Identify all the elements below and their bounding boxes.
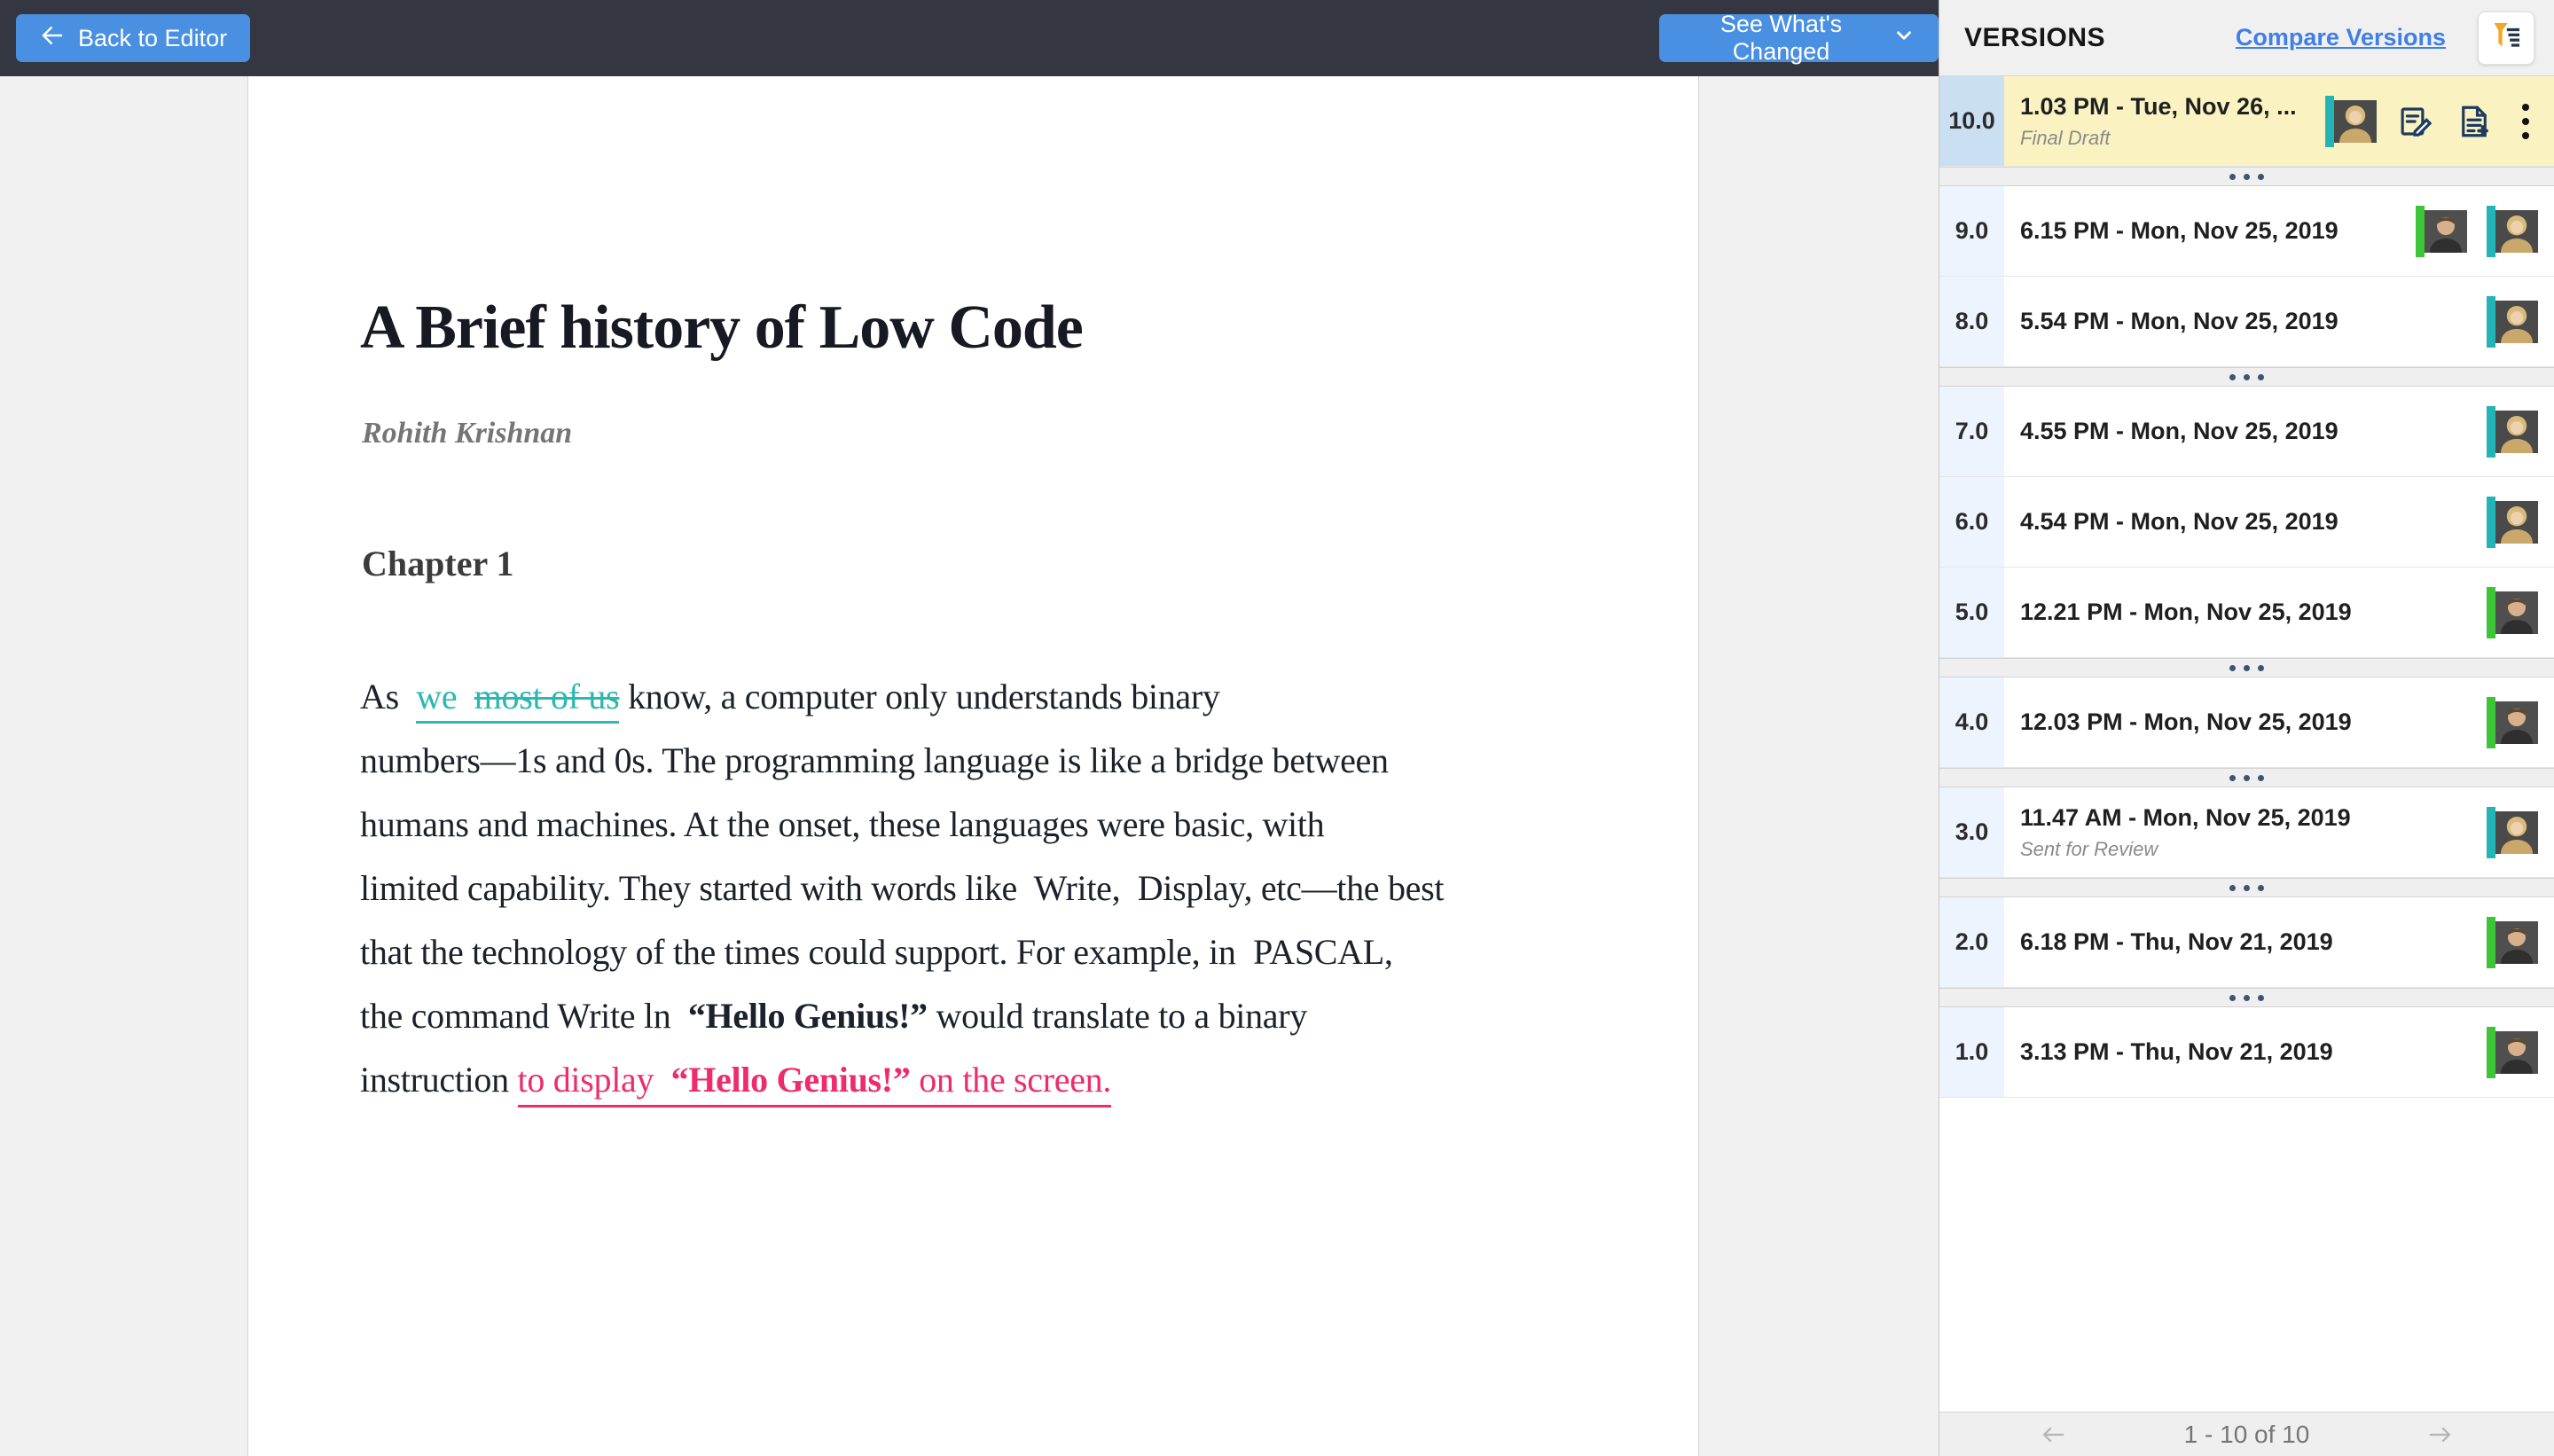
versions-panel: VERSIONS Compare Versions 10.0 1.03 PM -… bbox=[1939, 0, 2554, 1456]
show-collapsed-versions[interactable] bbox=[1939, 768, 2554, 787]
version-timestamp: 12.21 PM - Mon, Nov 25, 2019 bbox=[2020, 599, 2352, 625]
tracked-change-inserted-text: to display “Hello Genius!” on the screen… bbox=[517, 1060, 1111, 1108]
version-row-9[interactable]: 9.0 6.15 PM - Mon, Nov 25, 2019 bbox=[1939, 186, 2554, 277]
paragraph-line: numbers—1s and 0s. The programming langu… bbox=[360, 740, 1389, 780]
version-timestamp: 5.54 PM - Mon, Nov 25, 2019 bbox=[2020, 308, 2339, 334]
save-as-new-version-icon[interactable] bbox=[2455, 102, 2494, 141]
versions-pagination: 1 - 10 of 10 bbox=[1939, 1412, 2554, 1456]
version-number: 8.0 bbox=[1939, 277, 2004, 366]
version-row-6[interactable]: 6.0 4.54 PM - Mon, Nov 25, 2019 bbox=[1939, 477, 2554, 568]
filter-funnel-icon bbox=[2488, 19, 2524, 59]
document-paragraph: As we most of us know, a computer only u… bbox=[360, 665, 1444, 1112]
collaborator-avatar bbox=[2325, 96, 2377, 147]
collaborator-avatar bbox=[2487, 917, 2538, 968]
version-timestamp: 6.18 PM - Thu, Nov 21, 2019 bbox=[2020, 928, 2333, 955]
paragraph-line: that the technology of the times could s… bbox=[360, 932, 1393, 972]
version-timestamp: 3.13 PM - Thu, Nov 21, 2019 bbox=[2020, 1038, 2333, 1065]
next-page-arrow-icon[interactable] bbox=[2425, 1420, 2456, 1450]
version-timestamp: 4.54 PM - Mon, Nov 25, 2019 bbox=[2020, 508, 2339, 535]
collaborator-avatar bbox=[2487, 296, 2538, 348]
version-number: 4.0 bbox=[1939, 677, 2004, 767]
version-timestamp: 4.55 PM - Mon, Nov 25, 2019 bbox=[2020, 418, 2339, 444]
version-number: 6.0 bbox=[1939, 477, 2004, 567]
back-to-editor-label: Back to Editor bbox=[78, 24, 228, 51]
top-toolbar: Back to Editor See What's Changed bbox=[0, 0, 1939, 76]
edit-version-note-icon[interactable] bbox=[2396, 102, 2435, 141]
back-to-editor-button[interactable]: Back to Editor bbox=[16, 14, 251, 62]
collaborator-avatar bbox=[2487, 406, 2538, 458]
collaborator-avatar bbox=[2487, 697, 2538, 748]
more-options-icon[interactable] bbox=[2513, 100, 2538, 143]
left-arrow-icon bbox=[39, 22, 66, 55]
collaborator-avatar bbox=[2487, 587, 2538, 638]
version-number: 2.0 bbox=[1939, 897, 2004, 987]
page-range-label: 1 - 10 of 10 bbox=[2183, 1420, 2310, 1448]
version-timestamp: 11.47 AM - Mon, Nov 25, 2019 bbox=[2020, 803, 2351, 831]
see-whats-changed-button[interactable]: See What's Changed bbox=[1659, 11, 1939, 65]
version-number: 9.0 bbox=[1939, 186, 2004, 276]
version-row-1[interactable]: 1.0 3.13 PM - Thu, Nov 21, 2019 bbox=[1939, 1007, 2554, 1098]
collaborator-avatar bbox=[2487, 807, 2538, 858]
paragraph-line: humans and machines. At the onset, these… bbox=[360, 804, 1325, 844]
version-row-5[interactable]: 5.0 12.21 PM - Mon, Nov 25, 2019 bbox=[1939, 568, 2554, 658]
collaborator-avatar bbox=[2416, 206, 2467, 257]
version-number: 5.0 bbox=[1939, 568, 2004, 657]
version-note: Final Draft bbox=[2020, 126, 2111, 149]
version-row-10[interactable]: 10.0 1.03 PM - Tue, Nov 26, ... Final Dr… bbox=[1939, 76, 2554, 167]
tracked-change-insert-delete: we most of us bbox=[416, 677, 620, 724]
version-number: 1.0 bbox=[1939, 1007, 2004, 1097]
version-row-3[interactable]: 3.0 11.47 AM - Mon, Nov 25, 2019 Sent fo… bbox=[1939, 787, 2554, 878]
paragraph-line: As we most of us know, a computer only u… bbox=[360, 665, 1444, 729]
version-row-4[interactable]: 4.0 12.03 PM - Mon, Nov 25, 2019 bbox=[1939, 677, 2554, 768]
version-row-2[interactable]: 2.0 6.18 PM - Thu, Nov 21, 2019 bbox=[1939, 897, 2554, 988]
version-number: 10.0 bbox=[1939, 76, 2004, 166]
versions-list: 10.0 1.03 PM - Tue, Nov 26, ... Final Dr… bbox=[1939, 76, 2554, 1412]
version-number: 7.0 bbox=[1939, 387, 2004, 476]
version-row-7[interactable]: 7.0 4.55 PM - Mon, Nov 25, 2019 bbox=[1939, 387, 2554, 477]
filter-versions-button[interactable] bbox=[2478, 12, 2534, 65]
collaborator-avatar bbox=[2487, 1027, 2538, 1078]
version-timestamp: 1.03 PM - Tue, Nov 26, ... bbox=[2020, 92, 2297, 120]
show-collapsed-versions[interactable] bbox=[1939, 658, 2554, 677]
show-collapsed-versions[interactable] bbox=[1939, 367, 2554, 387]
version-note: Sent for Review bbox=[2020, 837, 2158, 860]
versions-panel-header: VERSIONS Compare Versions bbox=[1939, 0, 2554, 76]
show-collapsed-versions[interactable] bbox=[1939, 167, 2554, 186]
version-timestamp: 12.03 PM - Mon, Nov 25, 2019 bbox=[2020, 708, 2352, 735]
chapter-heading: Chapter 1 bbox=[362, 544, 514, 583]
version-number: 3.0 bbox=[1939, 787, 2004, 877]
paragraph-line: the command Write ln “Hello Genius!” wou… bbox=[360, 996, 1307, 1036]
compare-versions-link[interactable]: Compare Versions bbox=[2236, 24, 2446, 51]
version-timestamp: 6.15 PM - Mon, Nov 25, 2019 bbox=[2020, 217, 2339, 244]
chevron-down-icon bbox=[1892, 24, 1916, 53]
version-row-8[interactable]: 8.0 5.54 PM - Mon, Nov 25, 2019 bbox=[1939, 277, 2554, 367]
document-title: A Brief history of Low Code bbox=[360, 294, 1084, 362]
collaborator-avatar bbox=[2487, 206, 2538, 257]
versions-title: VERSIONS bbox=[1964, 22, 2106, 52]
see-whats-changed-label: See What's Changed bbox=[1720, 11, 1843, 65]
collaborator-avatar bbox=[2487, 497, 2538, 548]
tracked-change-deleted-text: most of us bbox=[474, 677, 620, 716]
show-collapsed-versions[interactable] bbox=[1939, 988, 2554, 1007]
show-collapsed-versions[interactable] bbox=[1939, 878, 2554, 897]
document-page: A Brief history of Low Code Rohith Krish… bbox=[247, 76, 1699, 1456]
document-author: Rohith Krishnan bbox=[362, 417, 573, 450]
paragraph-line: instruction to display “Hello Genius!” o… bbox=[360, 1048, 1444, 1112]
previous-page-arrow-icon[interactable] bbox=[2037, 1420, 2069, 1450]
paragraph-line: limited capability. They started with wo… bbox=[360, 868, 1445, 908]
